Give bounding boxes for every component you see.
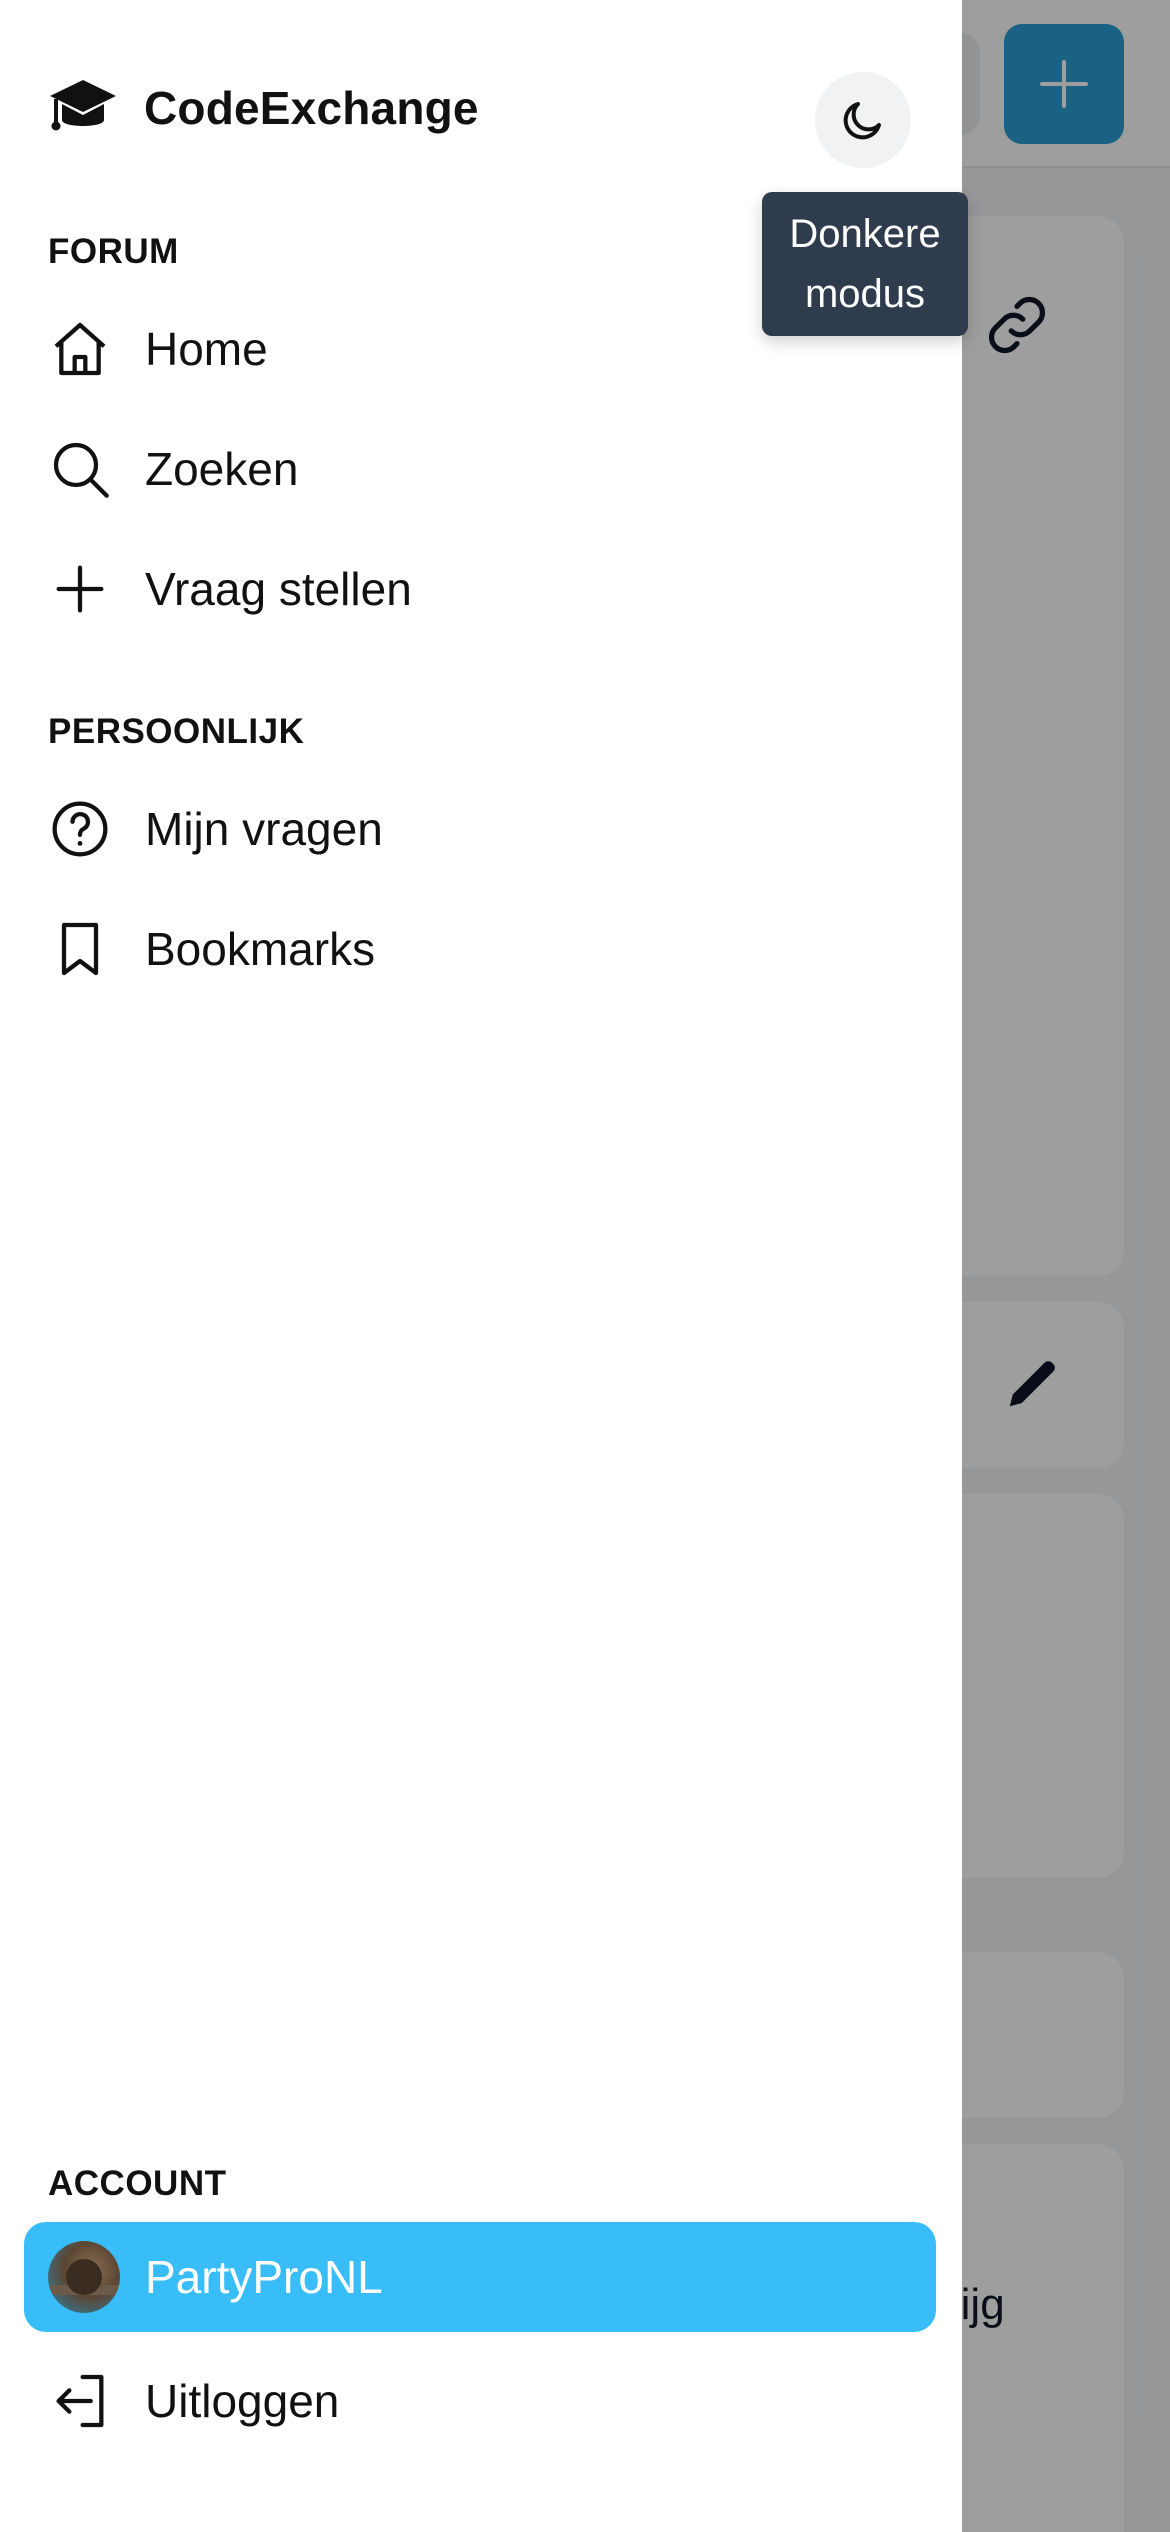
nav-item-label: Uitloggen	[145, 2375, 340, 2427]
avatar	[48, 2241, 120, 2313]
nav-item-label: Bookmarks	[145, 923, 376, 975]
logout-icon	[48, 2369, 112, 2433]
brand[interactable]: CodeExchange	[48, 76, 479, 140]
graduation-cap-icon	[48, 76, 118, 140]
section-label-personal: PERSOONLIJK	[48, 712, 305, 751]
home-icon	[48, 317, 112, 381]
search-icon	[48, 437, 112, 501]
plus-icon	[48, 557, 112, 621]
nav-item-label: Vraag stellen	[145, 563, 412, 615]
nav-item-logout[interactable]: Uitloggen	[24, 2346, 936, 2456]
nav-item-profile[interactable]: PartyProNL	[24, 2222, 936, 2332]
nav-item-label: Home	[145, 323, 268, 375]
nav-item-label: Zoeken	[145, 443, 299, 495]
nav-item-bookmarks[interactable]: Bookmarks	[24, 894, 936, 1004]
nav-item-my-questions[interactable]: Mijn vragen	[24, 774, 936, 884]
tooltip-line: Donkere	[789, 212, 941, 256]
moon-icon	[843, 102, 881, 140]
question-circle-icon	[48, 797, 112, 861]
navigation-drawer: CodeExchange Donkere modus FORUM Home Zo…	[0, 0, 968, 2532]
nav-item-label: Mijn vragen	[145, 803, 383, 855]
bookmark-icon	[48, 917, 112, 981]
dark-mode-toggle-button[interactable]	[815, 72, 911, 168]
section-label-forum: FORUM	[48, 232, 179, 271]
nav-item-ask-question[interactable]: Vraag stellen	[24, 534, 936, 644]
profile-username: PartyProNL	[145, 2251, 383, 2303]
brand-name: CodeExchange	[144, 82, 479, 134]
nav-item-search[interactable]: Zoeken	[24, 414, 936, 524]
section-label-account: ACCOUNT	[48, 2164, 227, 2203]
nav-item-home[interactable]: Home	[24, 294, 936, 404]
